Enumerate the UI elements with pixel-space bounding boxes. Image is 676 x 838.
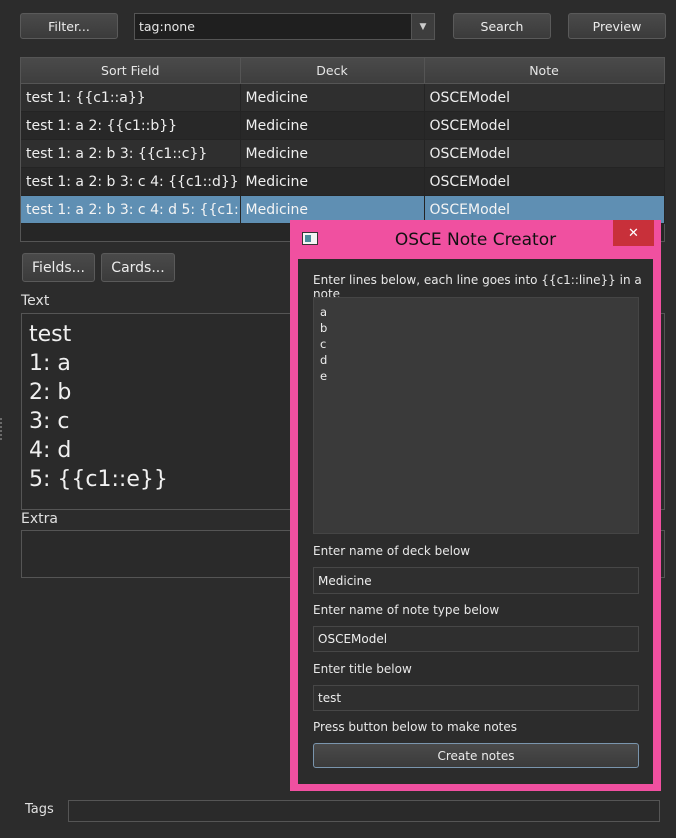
title-label: Enter title below [313,662,412,676]
cards-button-label: Cards... [111,259,165,276]
title-input[interactable]: test [313,685,639,711]
column-header-deck[interactable]: Deck [240,58,425,84]
deck-name-value: Medicine [318,573,372,588]
splitter-handle[interactable] [0,418,4,440]
search-button[interactable]: Search [453,13,551,39]
search-button-label: Search [480,18,524,34]
cell-note: OSCEModel [424,139,665,168]
table-row[interactable]: test 1: {{c1::a}} Medicine OSCEModel [21,83,665,112]
lines-textarea[interactable]: a b c d e [313,297,639,534]
cell-sort-field: test 1: a 2: b 3: c 4: {{c1::d}} [21,167,241,196]
dialog-body: Enter lines below, each line goes into {… [298,259,653,784]
cell-note: OSCEModel [424,111,665,140]
tags-input[interactable] [68,800,660,822]
column-header-sort-field[interactable]: Sort Field [21,58,241,84]
close-button[interactable]: ✕ [613,220,654,246]
note-type-label: Enter name of note type below [313,603,500,617]
fields-button-label: Fields... [32,259,85,276]
cell-deck: Medicine [240,83,425,112]
preview-button-label: Preview [592,18,642,34]
button-hint-label: Press button below to make notes [313,720,518,734]
line-entry: b [320,321,328,335]
search-combobox-value: tag:none [139,19,195,34]
fields-button[interactable]: Fields... [22,253,95,282]
cell-sort-field: test 1: a 2: {{c1::b}} [21,111,241,140]
create-notes-label: Create notes [437,748,515,763]
table-row[interactable]: test 1: a 2: {{c1::b}} Medicine OSCEMode… [21,111,665,140]
table-row[interactable]: test 1: a 2: b 3: {{c1::c}} Medicine OSC… [21,139,665,168]
search-combobox[interactable]: tag:none ▼ [134,13,435,40]
line-entry: c [320,337,327,351]
cell-note: OSCEModel [424,83,665,112]
text-field-label: Text [21,293,50,309]
column-header-note[interactable]: Note [424,58,665,84]
extra-field-label: Extra [21,511,58,527]
cell-deck: Medicine [240,167,425,196]
filter-button[interactable]: Filter... [20,13,118,39]
deck-name-input[interactable]: Medicine [313,567,639,594]
cell-sort-field: test 1: {{c1::a}} [21,83,241,112]
cell-deck: Medicine [240,139,425,168]
cell-sort-field: test 1: a 2: b 3: {{c1::c}} [21,139,241,168]
line-entry: d [320,353,328,367]
line-entry: a [320,305,328,319]
cell-note: OSCEModel [424,167,665,196]
dialog-title: OSCE Note Creator [394,230,557,250]
note-type-input[interactable]: OSCEModel [313,626,639,652]
cards-button[interactable]: Cards... [101,253,175,282]
table-row[interactable]: test 1: a 2: b 3: c 4: {{c1::d}} Medicin… [21,167,665,196]
cell-deck: Medicine [240,111,425,140]
tags-label: Tags [25,802,54,817]
card-table: Sort Field Deck Note test 1: {{c1::a}} M… [20,57,665,242]
osce-note-creator-dialog: OSCE Note Creator ✕ Enter lines below, e… [290,220,661,791]
cell-sort-field: test 1: a 2: b 3: c 4: d 5: {{c1::e}} [21,195,241,224]
deck-label: Enter name of deck below [313,544,471,558]
filter-button-label: Filter... [48,18,90,34]
note-type-value: OSCEModel [318,632,388,646]
chevron-down-icon[interactable]: ▼ [411,14,434,39]
line-entry: e [320,369,328,383]
close-icon: ✕ [628,225,639,241]
create-notes-button[interactable]: Create notes [313,743,639,768]
title-value: test [318,691,342,705]
preview-button[interactable]: Preview [568,13,666,39]
